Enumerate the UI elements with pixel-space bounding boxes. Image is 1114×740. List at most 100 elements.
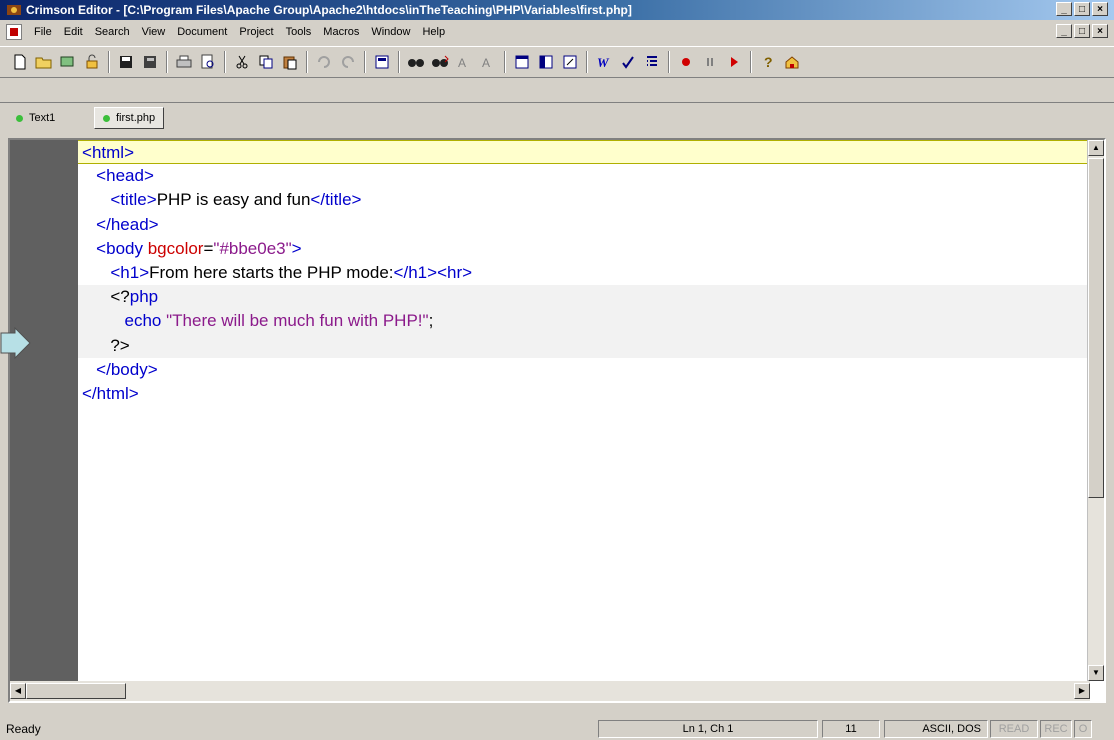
code-line[interactable]: 6 <h1>From here starts the PHP mode:</h1…	[78, 261, 1090, 285]
replace-icon[interactable]: A	[453, 51, 475, 73]
read-indicator: READ	[990, 720, 1038, 738]
help-icon[interactable]: ?	[757, 51, 779, 73]
code-line[interactable]: 7 <?php	[78, 285, 1090, 310]
spell-check-icon[interactable]	[617, 51, 639, 73]
code-line[interactable]: 9 ?>	[78, 333, 1090, 358]
find-next-icon[interactable]	[429, 51, 451, 73]
encoding-indicator: ASCII, DOS	[884, 720, 988, 738]
code-token: "#bbe0e3"	[213, 238, 292, 258]
code-token: h1	[408, 262, 428, 282]
code-line[interactable]: 3 <title>PHP is easy and fun</title>	[78, 188, 1090, 212]
status-ready: Ready	[6, 722, 41, 736]
menu-file[interactable]: File	[28, 26, 58, 38]
code-area[interactable]: 1<html>2 <head>3 <title>PHP is easy and …	[78, 140, 1090, 681]
rec-indicator: REC	[1040, 720, 1072, 738]
menu-window[interactable]: Window	[365, 26, 416, 38]
scroll-left-icon[interactable]: ◀	[10, 683, 26, 699]
toolbar-separator	[166, 51, 168, 73]
minimize-button[interactable]: _	[1056, 2, 1072, 16]
code-line[interactable]: 1<html>	[78, 140, 1090, 165]
code-token: echo	[124, 311, 167, 331]
tab-text1[interactable]: Text1	[8, 107, 63, 129]
code-token: <	[110, 262, 121, 282]
svg-text:A: A	[482, 56, 490, 70]
undo-icon[interactable]	[313, 51, 335, 73]
doc-close-button[interactable]: ×	[1092, 24, 1108, 38]
save-icon[interactable]	[115, 51, 137, 73]
open-folder-icon[interactable]	[33, 51, 55, 73]
code-line[interactable]: 2 <head>	[78, 164, 1090, 188]
toggle-tab-icon[interactable]	[535, 51, 557, 73]
menu-edit[interactable]: Edit	[58, 26, 89, 38]
paste-icon[interactable]	[279, 51, 301, 73]
maximize-button[interactable]: □	[1074, 2, 1090, 16]
code-token: </	[96, 214, 111, 234]
toolbar: A A W ?	[0, 46, 1114, 78]
fullscreen-icon[interactable]	[559, 51, 581, 73]
play-macro-icon[interactable]	[723, 51, 745, 73]
new-file-icon[interactable]	[9, 51, 31, 73]
code-token: bgcolor	[147, 238, 204, 258]
code-line[interactable]: 10 </body>	[78, 358, 1090, 382]
code-token: >	[351, 190, 362, 210]
code-token: head	[110, 214, 149, 234]
unlock-icon[interactable]	[81, 51, 103, 73]
home-icon[interactable]	[781, 51, 803, 73]
app-icon[interactable]	[6, 2, 22, 18]
menu-document[interactable]: Document	[171, 26, 233, 38]
redo-icon[interactable]	[337, 51, 359, 73]
open-remote-icon[interactable]	[57, 51, 79, 73]
replace-all-icon[interactable]: A	[477, 51, 499, 73]
code-editor[interactable]: 1<html>2 <head>3 <title>PHP is easy and …	[8, 138, 1106, 703]
vertical-scrollbar[interactable]: ▲ ▼	[1087, 140, 1104, 681]
code-line[interactable]: 11</html>	[78, 382, 1090, 406]
window-title: Crimson Editor - [C:\Program Files\Apach…	[26, 3, 632, 17]
scroll-up-icon[interactable]: ▲	[1088, 140, 1104, 156]
horizontal-scrollbar[interactable]: ◀ ▶	[10, 681, 1090, 701]
save-all-icon[interactable]	[139, 51, 161, 73]
code-token: h1	[120, 262, 140, 282]
menu-help[interactable]: Help	[416, 26, 451, 38]
menu-tools[interactable]: Tools	[280, 26, 318, 38]
select-all-icon[interactable]	[371, 51, 393, 73]
document-tabs: Text1 first.php	[0, 102, 1114, 131]
code-token: title	[120, 190, 147, 210]
scroll-thumb[interactable]	[1088, 158, 1104, 498]
hscroll-thumb[interactable]	[26, 683, 126, 699]
scroll-down-icon[interactable]: ▼	[1088, 665, 1104, 681]
ovr-indicator: O	[1074, 720, 1092, 738]
word-wrap-icon[interactable]: W	[593, 51, 615, 73]
code-token: hr	[447, 262, 463, 282]
line-count: 11	[822, 720, 880, 738]
code-token: head	[106, 166, 144, 186]
pause-macro-icon[interactable]	[699, 51, 721, 73]
code-token: <	[96, 166, 107, 186]
copy-icon[interactable]	[255, 51, 277, 73]
doc-restore-button[interactable]: □	[1074, 24, 1090, 38]
execution-marker-icon	[0, 327, 31, 359]
doc-minimize-button[interactable]: _	[1056, 24, 1072, 38]
toolbar-separator	[668, 51, 670, 73]
menu-view[interactable]: View	[136, 26, 172, 38]
status-dot-icon	[16, 114, 23, 122]
print-preview-icon[interactable]	[197, 51, 219, 73]
code-token: >	[124, 143, 134, 162]
toggle-window-icon[interactable]	[511, 51, 533, 73]
toolbar-separator	[586, 51, 588, 73]
line-numbers-icon[interactable]	[641, 51, 663, 73]
code-line[interactable]: 8 echo "There will be much fun with PHP!…	[78, 309, 1090, 334]
close-button[interactable]: ×	[1092, 2, 1108, 16]
document-icon[interactable]	[6, 24, 22, 40]
code-line[interactable]: 4 </head>	[78, 213, 1090, 237]
scroll-right-icon[interactable]: ▶	[1074, 683, 1090, 699]
tab-first-php[interactable]: first.php	[94, 107, 165, 129]
record-macro-icon[interactable]	[675, 51, 697, 73]
cut-icon[interactable]	[231, 51, 253, 73]
find-icon[interactable]	[405, 51, 427, 73]
print-icon[interactable]	[173, 51, 195, 73]
code-line[interactable]: 5 <body bgcolor="#bbe0e3">	[78, 237, 1090, 261]
menu-project[interactable]: Project	[233, 26, 279, 38]
menu-search[interactable]: Search	[89, 26, 136, 38]
menu-macros[interactable]: Macros	[317, 26, 365, 38]
